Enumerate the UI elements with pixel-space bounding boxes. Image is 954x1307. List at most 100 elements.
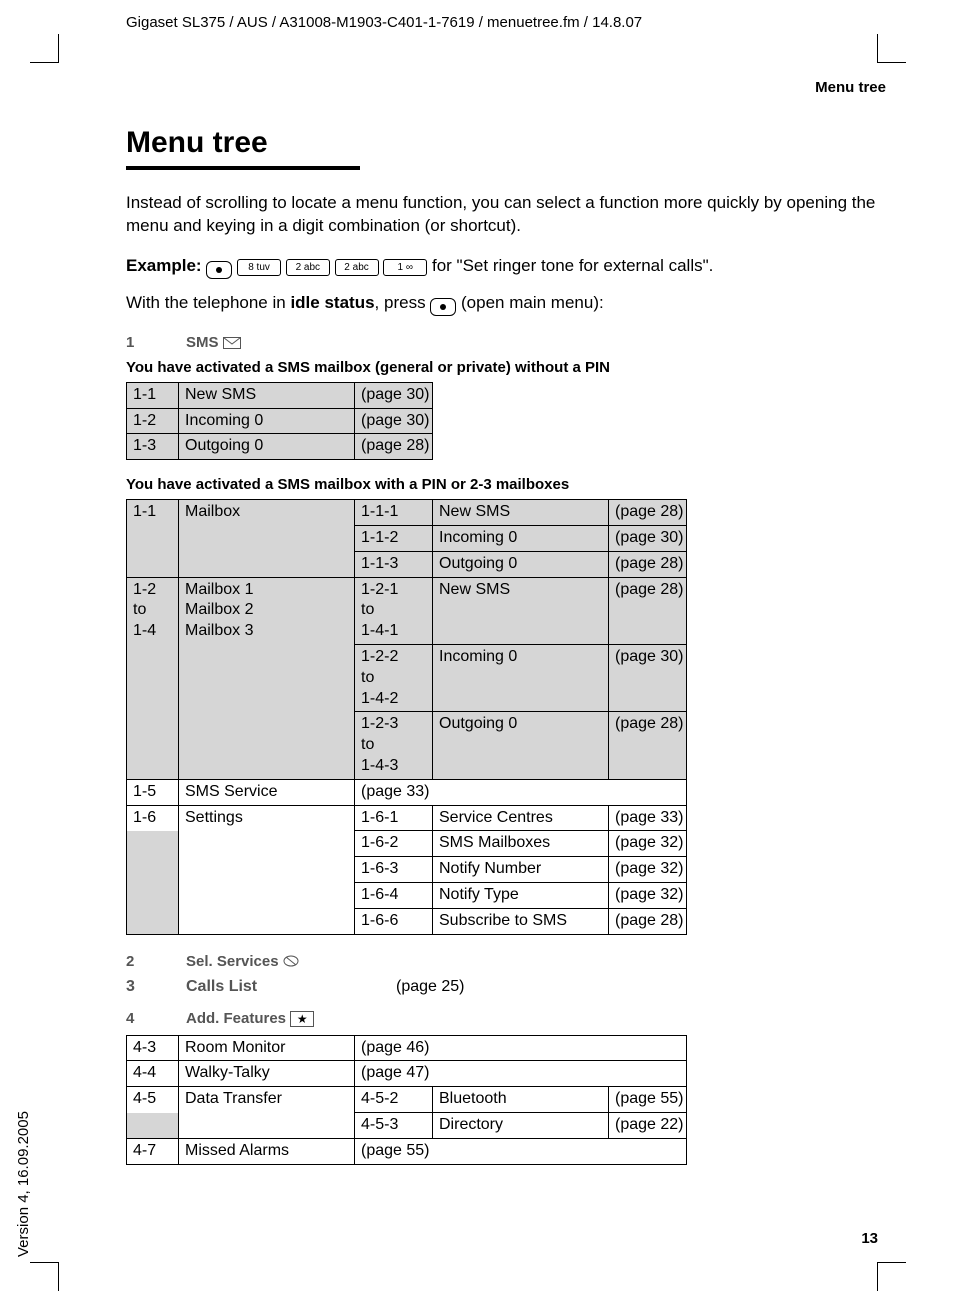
- table-row: 4-7 Missed Alarms (page 55): [127, 1138, 687, 1164]
- cell-page: (page 32): [609, 831, 687, 857]
- cell-subcode: 4-5-3: [355, 1113, 433, 1139]
- table-row: 1-1 New SMS (page 30): [127, 382, 433, 408]
- crop-mark-icon: [30, 34, 59, 63]
- cell-page: (page 33): [609, 805, 687, 831]
- table-add-features: 4-3 Room Monitor (page 46) 4-4 Walky-Tal…: [126, 1035, 687, 1165]
- table-row: 1-6 Settings 1-6-1 Service Centres (page…: [127, 805, 687, 831]
- cell-sublabel: New SMS: [433, 500, 609, 526]
- cell-code: 1-2: [127, 408, 179, 434]
- page-header-label: Menu tree: [126, 79, 886, 96]
- cell-subcode: 1-2-3to1-4-3: [355, 712, 433, 779]
- cell-label: Settings: [179, 805, 355, 831]
- cell-sublabel: Directory: [433, 1113, 609, 1139]
- cell-subcode: 1-1-1: [355, 500, 433, 526]
- cell-subcode: 1-2-1to1-4-1: [355, 577, 433, 644]
- section-number: 4: [126, 1010, 146, 1027]
- page: Gigaset SL375 / AUS / A31008-M1903-C401-…: [0, 0, 954, 1307]
- center-key-icon: [206, 261, 232, 279]
- table-row: 4-4 Walky-Talky (page 47): [127, 1061, 687, 1087]
- table-row: 4-3 Room Monitor (page 46): [127, 1035, 687, 1061]
- center-key-icon: [430, 298, 456, 316]
- cell-subcode: 1-1-2: [355, 526, 433, 552]
- crop-mark-icon: [877, 34, 906, 63]
- table-row: 4-5-3 Directory (page 22): [127, 1113, 687, 1139]
- cell-subcode: 1-6-4: [355, 883, 433, 909]
- key-icon: 8 tuv: [237, 259, 281, 276]
- cell-label: New SMS: [179, 382, 355, 408]
- cell-code: 1-3: [127, 434, 179, 460]
- cell-subcode: 1-6-6: [355, 908, 433, 934]
- cell-page: (page 46): [355, 1035, 687, 1061]
- key-icon: 2 abc: [286, 259, 330, 276]
- table-row: 1-1-2 Incoming 0 (page 30): [127, 526, 687, 552]
- cell-page: (page 28): [609, 500, 687, 526]
- table-row: 1-3 Outgoing 0 (page 28): [127, 434, 433, 460]
- page-title: Menu tree: [126, 126, 890, 160]
- section-number: 1: [126, 334, 146, 351]
- cell-sublabel: Outgoing 0: [433, 712, 609, 779]
- services-icon: [283, 954, 299, 968]
- star-icon: ★: [290, 1011, 314, 1027]
- cell-page: (page 28): [609, 712, 687, 779]
- title-underline: [126, 166, 360, 170]
- section-number: 2: [126, 953, 146, 970]
- page-ref: (page 25): [396, 978, 465, 996]
- cell-page: (page 55): [355, 1138, 687, 1164]
- table-sms-with-pin: 1-1 Mailbox 1-1-1 New SMS (page 28) 1-1-…: [126, 499, 687, 934]
- cell-label: Mailbox: [179, 500, 355, 526]
- cell-subcode: 1-6-1: [355, 805, 433, 831]
- cell-code: 4-3: [127, 1035, 179, 1061]
- section-label: Calls List: [186, 978, 356, 996]
- text: (open main menu):: [456, 293, 603, 312]
- table-sms-no-pin: 1-1 New SMS (page 30) 1-2 Incoming 0 (pa…: [126, 382, 433, 460]
- cell-sublabel: Notify Type: [433, 883, 609, 909]
- cell-subcode: 1-6-2: [355, 831, 433, 857]
- crop-mark-icon: [30, 1262, 59, 1291]
- cell-label: Missed Alarms: [179, 1138, 355, 1164]
- cell-subcode: 1-6-3: [355, 857, 433, 883]
- section-header-calls: 3 Calls List (page 25): [126, 978, 890, 996]
- example-tail: for "Set ringer tone for external calls"…: [432, 256, 713, 275]
- section-label: SMS: [186, 334, 219, 351]
- cell-sublabel: Outgoing 0: [433, 551, 609, 577]
- envelope-icon: [223, 337, 241, 349]
- cell-page: (page 30): [355, 382, 433, 408]
- cell-page: (page 28): [609, 551, 687, 577]
- cell-label: Outgoing 0: [179, 434, 355, 460]
- cell-code: 1-2to1-4: [127, 577, 179, 644]
- section-header-features: 4 Add. Features ★: [126, 1010, 890, 1027]
- cell-label: SMS Service: [179, 779, 355, 805]
- cell-sublabel: Subscribe to SMS: [433, 908, 609, 934]
- cell-sublabel: SMS Mailboxes: [433, 831, 609, 857]
- table-row: 1-1 Mailbox 1-1-1 New SMS (page 28): [127, 500, 687, 526]
- idle-status-label: idle status: [290, 293, 374, 312]
- section-header-sms: 1 SMS: [126, 334, 890, 351]
- crop-mark-icon: [877, 1262, 906, 1291]
- cell-page: (page 32): [609, 883, 687, 909]
- cell-sublabel: Incoming 0: [433, 645, 609, 712]
- text: , press: [375, 293, 431, 312]
- cell-sublabel: Bluetooth: [433, 1087, 609, 1113]
- section-number: 3: [126, 978, 146, 996]
- cell-page: (page 28): [609, 908, 687, 934]
- cell-label: Data Transfer: [179, 1087, 355, 1113]
- page-number: 13: [861, 1230, 878, 1247]
- cell-page: (page 28): [609, 577, 687, 644]
- intro-text: Instead of scrolling to locate a menu fu…: [126, 192, 890, 238]
- cell-label: Incoming 0: [179, 408, 355, 434]
- cell-sublabel: Incoming 0: [433, 526, 609, 552]
- cell-code: 1-6: [127, 805, 179, 831]
- section-header-services: 2 Sel. Services: [126, 953, 890, 970]
- table-row: 1-6-2 SMS Mailboxes (page 32): [127, 831, 687, 857]
- table-row: 1-6-6 Subscribe to SMS (page 28): [127, 908, 687, 934]
- table-row: 1-6-4 Notify Type (page 32): [127, 883, 687, 909]
- cell-subcode: 4-5-2: [355, 1087, 433, 1113]
- cell-page: (page 28): [355, 434, 433, 460]
- note-no-pin: You have activated a SMS mailbox (genera…: [126, 359, 890, 376]
- cell-subcode: 1-2-2to1-4-2: [355, 645, 433, 712]
- table-row: 1-2to1-4 Mailbox 1Mailbox 2Mailbox 3 1-2…: [127, 577, 687, 644]
- note-with-pin: You have activated a SMS mailbox with a …: [126, 476, 890, 493]
- cell-sublabel: New SMS: [433, 577, 609, 644]
- cell-label: Mailbox 1Mailbox 2Mailbox 3: [179, 577, 355, 644]
- section-label: Sel. Services: [186, 953, 279, 970]
